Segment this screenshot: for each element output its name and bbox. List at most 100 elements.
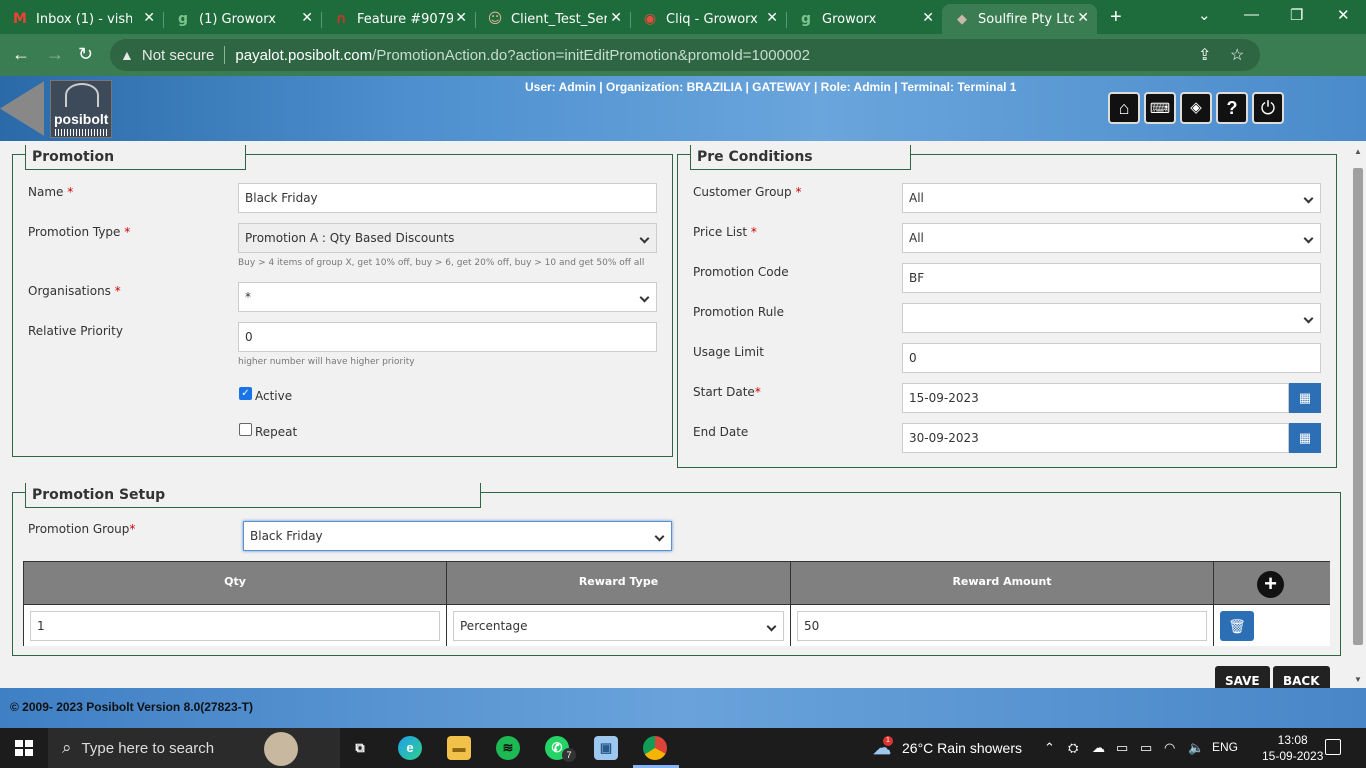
weather-text[interactable]: 26°C Rain showers xyxy=(902,740,1022,756)
divider xyxy=(224,46,226,64)
label-text: Price List xyxy=(693,225,748,239)
keyboard-icon[interactable]: ⌨ xyxy=(1144,92,1176,124)
app-header: posibolt User: Admin | Organization: BRA… xyxy=(0,76,1366,141)
url-text[interactable]: payalot.posibolt.com/PromotionAction.do?… xyxy=(235,47,810,64)
promotion-rule-label: Promotion Rule xyxy=(693,305,784,319)
tab-title: Soulfire Pty Ltd | xyxy=(978,11,1074,27)
end-date-input[interactable]: 30-09-2023 xyxy=(902,423,1289,453)
active-checkbox[interactable]: ✓ xyxy=(239,387,252,400)
edge-icon[interactable]: e xyxy=(398,736,422,760)
trash-icon[interactable]: 🗑 xyxy=(1220,611,1254,641)
calendar-icon[interactable]: ▦ xyxy=(1289,423,1321,453)
wifi-icon[interactable]: ◠ xyxy=(1164,740,1175,756)
tab-groworx-1[interactable]: g (1) Groworx ✕ xyxy=(163,4,322,34)
tab-groworx-2[interactable]: g Groworx ✕ xyxy=(786,4,942,34)
taskbar-search[interactable]: ⌕ Type here to search xyxy=(48,728,340,768)
name-input[interactable]: Black Friday xyxy=(238,183,657,213)
address-bar[interactable]: ▲ Not secure payalot.posibolt.com/Promot… xyxy=(110,39,1260,71)
repeat-checkbox[interactable] xyxy=(239,423,252,436)
url-host: payalot.posibolt.com xyxy=(235,46,373,64)
reward-type-select[interactable]: Percentage xyxy=(453,611,784,641)
qty-input[interactable]: 1 xyxy=(30,611,440,641)
organisations-select[interactable]: * xyxy=(238,282,657,312)
price-list-select[interactable]: All xyxy=(902,223,1321,253)
forward-icon[interactable]: → xyxy=(46,44,64,65)
tab-inbox[interactable]: M Inbox (1) - vishnu ✕ xyxy=(0,4,164,34)
new-tab-icon[interactable]: + xyxy=(1110,6,1122,29)
security-label[interactable]: Not secure xyxy=(142,47,215,64)
warning-icon[interactable]: ▲ xyxy=(120,47,134,63)
help-icon[interactable]: ? xyxy=(1216,92,1248,124)
restore-icon[interactable]: ❐ xyxy=(1290,6,1303,24)
file-explorer-icon[interactable]: ▬ xyxy=(447,736,471,760)
promotion-rule-select[interactable] xyxy=(902,303,1321,333)
back-arrow-icon[interactable] xyxy=(0,81,44,136)
close-tab-icon[interactable]: ✕ xyxy=(455,10,467,26)
clock-date: 15-09-2023 xyxy=(1262,749,1324,763)
close-tab-icon[interactable]: ✕ xyxy=(922,10,934,26)
scrollbar[interactable]: ▲ ▼ xyxy=(1350,141,1366,688)
scrollbar-thumb[interactable] xyxy=(1353,168,1363,645)
tab-feature[interactable]: ∩ Feature #9079: A ✕ xyxy=(321,4,476,34)
tab-soulfire[interactable]: ◆ Soulfire Pty Ltd | ✕ xyxy=(942,4,1097,34)
window-close-icon[interactable]: ✕ xyxy=(1337,6,1350,24)
power-icon[interactable]: ⏻ xyxy=(1252,92,1284,124)
gmail-icon: M xyxy=(13,11,27,27)
search-placeholder: Type here to search xyxy=(81,739,215,757)
calendar-icon[interactable]: ▦ xyxy=(1289,383,1321,413)
scroll-up-icon[interactable]: ▲ xyxy=(1354,147,1362,156)
customer-group-select[interactable]: All xyxy=(902,183,1321,213)
usage-limit-input[interactable]: 0 xyxy=(902,343,1321,373)
close-tab-icon[interactable]: ✕ xyxy=(766,10,778,26)
tray-expand-icon[interactable]: ⌃ xyxy=(1044,740,1055,756)
promotion-group-select[interactable]: Black Friday xyxy=(243,521,672,551)
tab-client-test[interactable]: ☺ Client_Test_Serve ✕ xyxy=(475,4,631,34)
promotion-type-select[interactable]: Promotion A : Qty Based Discounts xyxy=(238,223,657,253)
reward-amount-input[interactable]: 50 xyxy=(797,611,1207,641)
tray-app-icon[interactable]: ⛭ xyxy=(1068,740,1078,756)
promotion-type-label: Promotion Type * xyxy=(28,225,131,239)
logo-arc xyxy=(65,83,99,107)
label-text: Promotion Group xyxy=(28,522,130,536)
language-indicator[interactable]: ENG xyxy=(1212,740,1238,754)
close-tab-icon[interactable]: ✕ xyxy=(301,10,313,26)
close-tab-icon[interactable]: ✕ xyxy=(143,10,155,26)
volume-icon[interactable]: 🔈 xyxy=(1188,740,1204,756)
taskbar-clock[interactable]: 13:08 15-09-2023 xyxy=(1262,732,1323,764)
reload-icon[interactable]: ↻ xyxy=(78,44,93,65)
save-button[interactable]: SAVE xyxy=(1215,666,1270,688)
posibolt-logo[interactable]: posibolt xyxy=(50,80,112,138)
battery-icon[interactable]: ▭ xyxy=(1140,740,1152,756)
virtualbox-icon[interactable]: ▣ xyxy=(594,736,618,760)
home-icon[interactable]: ⌂ xyxy=(1108,92,1140,124)
promotion-code-input[interactable]: BF xyxy=(902,263,1321,293)
chrome-icon[interactable] xyxy=(643,736,667,760)
task-view-icon[interactable]: ⧉ xyxy=(348,736,372,760)
tray-cloud-icon[interactable]: ☁ xyxy=(1092,740,1105,756)
active-label: Active xyxy=(255,389,293,403)
minimize-icon[interactable]: — xyxy=(1244,6,1259,23)
relative-priority-input[interactable]: 0 xyxy=(238,322,657,352)
tab-search-icon[interactable]: ⌄ xyxy=(1198,6,1211,24)
scroll-down-icon[interactable]: ▼ xyxy=(1354,675,1362,684)
close-tab-icon[interactable]: ✕ xyxy=(610,10,622,26)
spotify-icon[interactable]: ≋ xyxy=(496,736,520,760)
share-icon[interactable]: ⇪ xyxy=(1198,45,1211,65)
back-icon[interactable]: ← xyxy=(12,44,30,65)
start-date-input[interactable]: 15-09-2023 xyxy=(902,383,1289,413)
organisations-label: Organisations * xyxy=(28,284,121,298)
back-button[interactable]: BACK xyxy=(1273,666,1330,688)
repeat-label: Repeat xyxy=(255,425,298,439)
bookmark-star-icon[interactable]: ☆ xyxy=(1230,45,1244,65)
tab-cliq[interactable]: ◉ Cliq - Groworx ✕ xyxy=(630,4,787,34)
tray-display-icon[interactable]: ▭ xyxy=(1116,740,1128,756)
groworx-icon: g xyxy=(177,11,189,27)
store-icon[interactable]: ◈ xyxy=(1180,92,1212,124)
notification-icon[interactable] xyxy=(1325,739,1341,755)
add-row-icon[interactable]: + xyxy=(1257,571,1284,598)
windows-start-icon[interactable] xyxy=(15,740,33,756)
close-tab-icon[interactable]: ✕ xyxy=(1077,10,1089,26)
url-path: /PromotionAction.do?action=initEditPromo… xyxy=(372,46,810,64)
section-title: Pre Conditions xyxy=(690,145,911,170)
browser-toolbar: ← → ↻ ▲ Not secure payalot.posibolt.com/… xyxy=(0,34,1366,100)
